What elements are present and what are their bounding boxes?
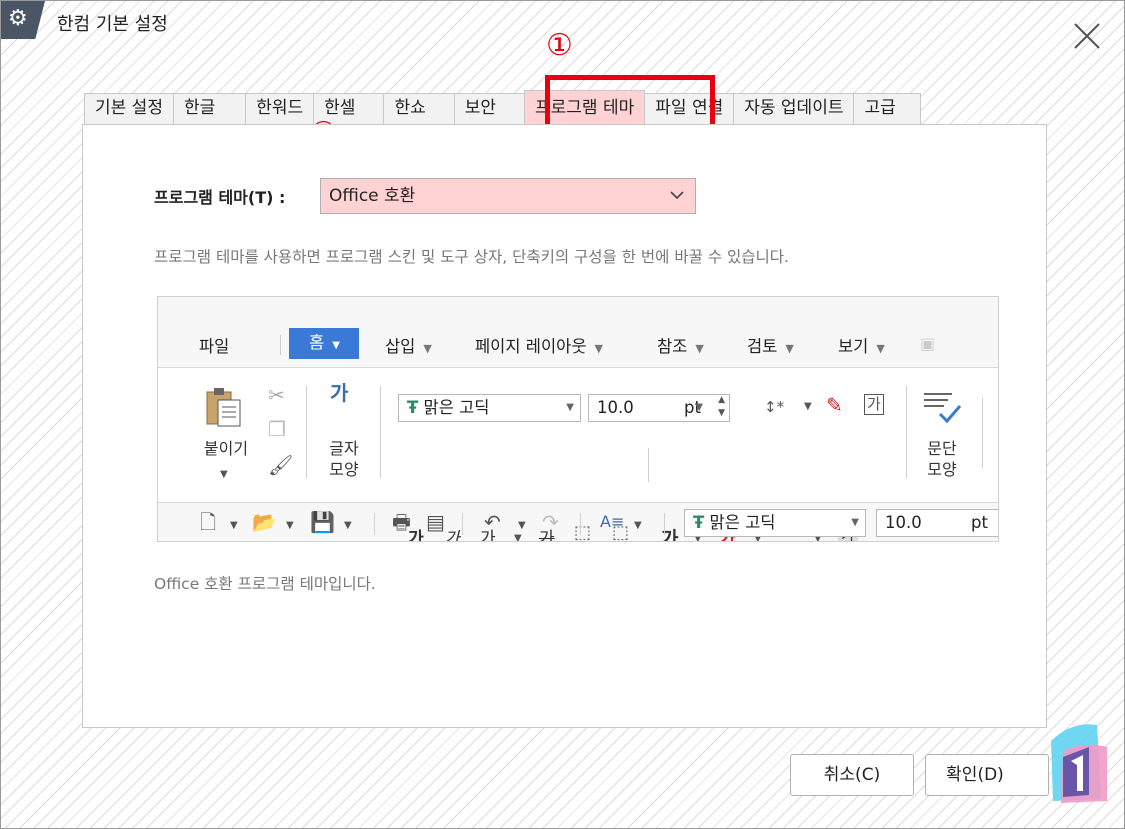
format-painter-icon: 🖌	[268, 453, 294, 477]
redo-icon: ↷	[542, 510, 559, 534]
ribbon-collapse-icon: ▣	[920, 334, 936, 353]
toolbar-font-size-field: 10.0 pt	[876, 509, 998, 537]
callout-number-1: ①	[546, 28, 573, 63]
tab-auto-update[interactable]: 자동 업데이트	[733, 93, 855, 124]
scissors-icon: ✂	[268, 383, 285, 407]
tab-hanword[interactable]: 한워드	[245, 93, 315, 124]
tab-security[interactable]: 보안	[453, 93, 526, 124]
theme-footer-description: Office 호환 프로그램 테마입니다.	[154, 575, 376, 593]
preview-ribbon: 붙이기 ▼ ✂ ❐ 🖌 가 글자 모양 Ŧ 맑은 고딕 ▼ 10.0 pt ▼ ▲ ▼ …	[158, 367, 998, 541]
clear-format-icon: ✎	[826, 393, 843, 417]
new-doc-icon: 🗋	[200, 510, 217, 534]
preview-menu-view: 보기 ▼	[838, 337, 885, 356]
font-type-icon: Ŧ	[407, 398, 419, 417]
preview-menu-review: 검토 ▼	[747, 337, 794, 356]
font-name-field: Ŧ 맑은 고딕 ▼	[398, 394, 581, 422]
window-title: 한컴 기본 설정	[57, 14, 168, 35]
open-folder-icon: 📂	[252, 510, 277, 534]
theme-label: 프로그램 테마(T) :	[154, 188, 286, 207]
gear-icon: ⚙	[1, 1, 45, 39]
paragraph-icon	[924, 393, 962, 424]
tab-basic-settings[interactable]: 기본 설정	[84, 93, 174, 124]
cancel-button[interactable]: 취소(C)	[790, 754, 914, 796]
preview-menu-bar: 파일 홈 ▼ 삽입 ▼ 페이지 레이아웃 ▼ 참조 ▼ 검토 ▼ 보기 ▼ ▣	[158, 325, 998, 365]
theme-preview: 파일 홈 ▼ 삽입 ▼ 페이지 레이아웃 ▼ 참조 ▼ 검토 ▼ 보기 ▼ ▣ 붙이기 ▼ …	[157, 296, 999, 542]
close-button[interactable]	[1069, 21, 1105, 57]
paragraph-label: 문단 모양	[927, 439, 957, 479]
watermark-logo	[1051, 724, 1107, 803]
close-icon	[1074, 23, 1100, 49]
font-type-icon: Ŧ	[693, 513, 705, 532]
chevron-down-icon	[669, 179, 685, 225]
tab-advanced[interactable]: 고급	[853, 93, 921, 124]
font-size-field: 10.0 pt ▼ ▲ ▼	[588, 394, 730, 422]
menu-divider	[280, 335, 281, 355]
copy-icon: ❐	[268, 417, 286, 441]
paste-dropdown-icon: ▼	[220, 469, 228, 480]
style-icon: A≡	[600, 512, 625, 531]
theme-select-value: Office 호환	[329, 186, 416, 206]
ok-button[interactable]: 확인(D)	[925, 754, 1049, 796]
preview-menu-home: 홈 ▼	[289, 328, 359, 359]
clipboard-icon	[206, 388, 241, 427]
preview-icon: ▤	[426, 510, 445, 534]
preview-menu-file: 파일	[199, 337, 230, 356]
preview-menu-reference: 참조 ▼	[657, 337, 704, 356]
tab-hanshow[interactable]: 한쇼	[383, 93, 455, 124]
print-icon: 🖶	[392, 510, 411, 534]
char-shape-label: 글자 모양	[329, 439, 359, 479]
undo-icon: ↶	[484, 510, 501, 534]
theme-description: 프로그램 테마를 사용하면 프로그램 스킨 및 도구 상자, 단축키의 구성을 …	[154, 248, 789, 266]
char-shape-icon: 가	[330, 381, 349, 405]
tab-strip: 기본 설정 한글 한워드 한셀 한쇼 보안 프로그램 테마 파일 연결 자동 업…	[84, 90, 921, 124]
preview-toolbar: 🗋 ▼ 📂 ▼ 💾 ▼ 🖶 ▤ ↶ ▼ ↷ A≡ ▼ Ŧ 맑은 고딕 ▼ 10.0…	[158, 505, 998, 541]
preview-menu-page-layout: 페이지 레이아웃 ▼	[475, 337, 603, 356]
spacing-icon: ↕*	[764, 398, 785, 416]
tab-hangul[interactable]: 한글	[172, 93, 247, 124]
preview-menu-insert: 삽입 ▼	[385, 337, 432, 356]
save-icon: 💾	[310, 510, 335, 534]
paste-label: 붙이기	[203, 439, 249, 458]
theme-select[interactable]: Office 호환	[320, 178, 696, 214]
toolbar-font-name-field: Ŧ 맑은 고딕 ▼	[684, 509, 866, 537]
char-border-icon: 가	[864, 394, 884, 415]
